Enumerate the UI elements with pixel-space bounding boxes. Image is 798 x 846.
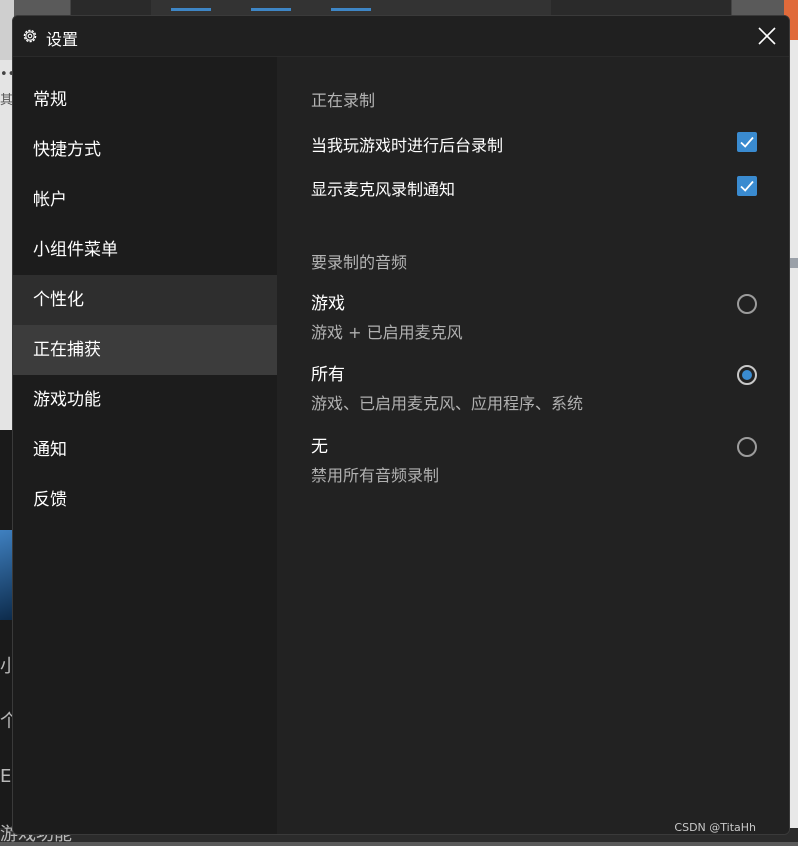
background-recording-option[interactable]: 当我玩游戏时进行后台录制 bbox=[311, 130, 757, 156]
checkmark-icon bbox=[740, 136, 754, 148]
radio-button-all[interactable] bbox=[737, 365, 757, 385]
background-tick bbox=[251, 8, 291, 11]
background-tick bbox=[171, 8, 211, 11]
settings-sidebar: 常规 快捷方式 帐户 小组件菜单 个性化 正在捕获 游戏功能 通知 反馈 bbox=[13, 57, 277, 834]
sidebar-item-personalization[interactable]: 个性化 bbox=[13, 275, 277, 325]
radio-button-game[interactable] bbox=[737, 294, 757, 314]
radio-title: 无 bbox=[311, 437, 328, 457]
sidebar-item-account[interactable]: 帐户 bbox=[13, 175, 277, 225]
mic-notification-checkbox[interactable] bbox=[737, 176, 757, 196]
background-recording-checkbox[interactable] bbox=[737, 132, 757, 152]
checkmark-icon bbox=[740, 180, 754, 192]
background-text: E bbox=[0, 766, 12, 787]
close-button[interactable] bbox=[749, 20, 785, 54]
audio-option-game[interactable]: 游戏 游戏 + 已启用麦克风 bbox=[311, 289, 757, 345]
background-tick bbox=[331, 8, 371, 11]
sidebar-item-notifications[interactable]: 通知 bbox=[13, 425, 277, 475]
radio-description: 禁用所有音频录制 bbox=[311, 466, 440, 485]
gear-icon bbox=[23, 29, 37, 43]
close-icon bbox=[758, 27, 776, 45]
radio-selected-dot bbox=[742, 370, 752, 380]
settings-window: 设置 常规 快捷方式 帐户 小组件菜单 个性化 正在捕获 游戏功能 通知 反馈 … bbox=[12, 15, 790, 835]
sidebar-item-shortcuts[interactable]: 快捷方式 bbox=[13, 125, 277, 175]
sidebar-item-gaming-features[interactable]: 游戏功能 bbox=[13, 375, 277, 425]
section-title-audio: 要录制的音频 bbox=[311, 253, 408, 272]
radio-button-none[interactable] bbox=[737, 437, 757, 457]
watermark: CSDN @TitaHh bbox=[674, 821, 756, 834]
radio-description: 游戏 + 已启用麦克风 bbox=[311, 323, 463, 342]
window-title: 设置 bbox=[46, 30, 79, 49]
radio-title: 游戏 bbox=[311, 294, 345, 314]
radio-description: 游戏、已启用麦克风、应用程序、系统 bbox=[311, 394, 584, 413]
settings-content: 正在录制 当我玩游戏时进行后台录制 显示麦克风录制通知 要录制的音频 游戏 游戏… bbox=[277, 57, 789, 834]
radio-title: 所有 bbox=[311, 365, 345, 385]
sidebar-item-feedback[interactable]: 反馈 bbox=[13, 475, 277, 525]
mic-notification-option[interactable]: 显示麦克风录制通知 bbox=[311, 174, 757, 200]
checkbox-label: 显示麦克风录制通知 bbox=[311, 180, 456, 199]
section-title-recording: 正在录制 bbox=[311, 91, 376, 110]
checkbox-label: 当我玩游戏时进行后台录制 bbox=[311, 136, 504, 155]
sidebar-item-general[interactable]: 常规 bbox=[13, 75, 277, 125]
audio-option-none[interactable]: 无 禁用所有音频录制 bbox=[311, 432, 757, 488]
sidebar-item-capturing[interactable]: 正在捕获 bbox=[13, 325, 277, 375]
sidebar-item-widget-menu[interactable]: 小组件菜单 bbox=[13, 225, 277, 275]
audio-option-all[interactable]: 所有 游戏、已启用麦克风、应用程序、系统 bbox=[311, 360, 757, 416]
title-bar[interactable]: 设置 bbox=[13, 16, 789, 57]
